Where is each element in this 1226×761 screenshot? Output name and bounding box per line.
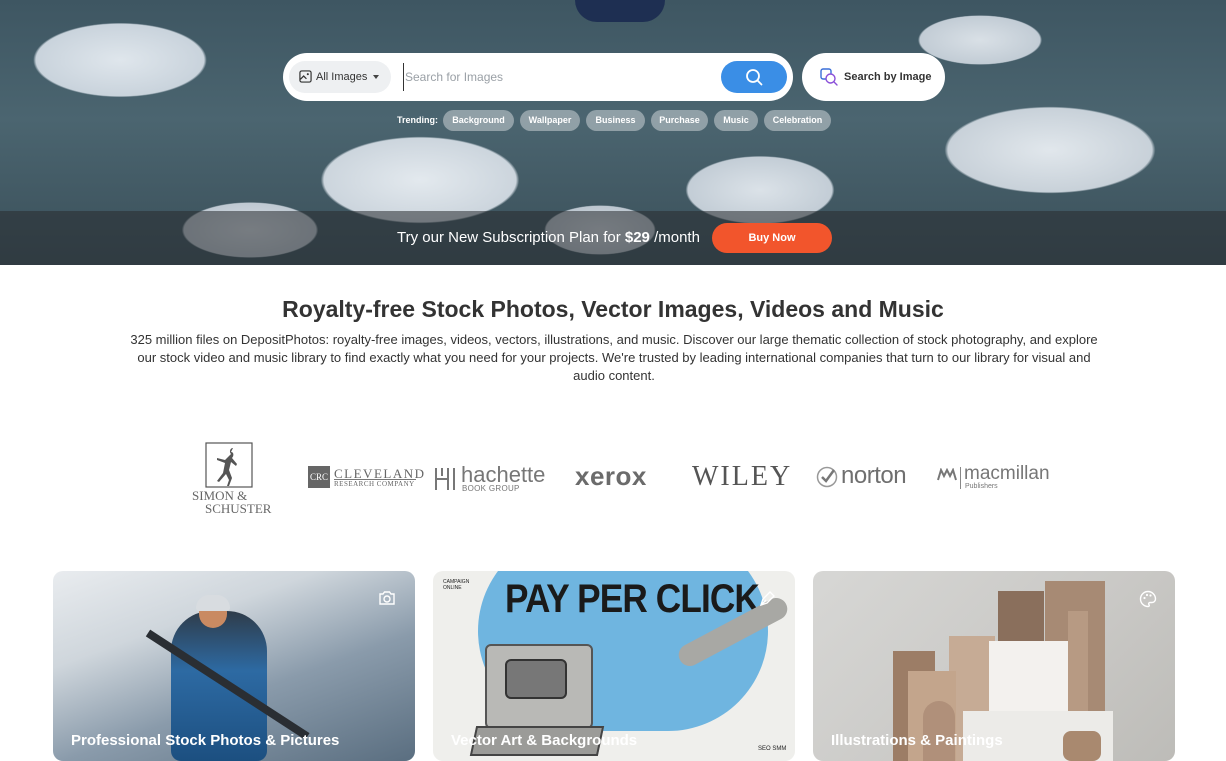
cleveland-line2: RESEARCH COMPANY [334,480,415,488]
promo-text-before: Try our New Subscription Plan for [397,229,621,246]
illustration-shape [1063,731,1101,761]
vector-pen-icon [759,591,775,607]
macmillan-line1: macmillan [964,463,1050,484]
buy-now-button[interactable]: Buy Now [712,223,832,253]
chevron-down-icon [373,75,379,79]
search-by-image-label: Search by Image [844,71,932,83]
trending-chip[interactable]: Background [443,110,514,131]
category-card-illustrations[interactable]: Illustrations & Paintings [813,571,1175,761]
simon-schuster-logo: SIMON & SCHUSTER [190,440,282,518]
card-label: Professional Stock Photos & Pictures [71,732,340,749]
page-description: 325 million files on DepositPhotos: roya… [130,332,1098,383]
hachette-line2: BOOK GROUP [462,484,520,493]
macmillan-mark-icon [937,468,957,481]
card-label: Illustrations & Paintings [831,732,1003,749]
search-icon [746,69,763,86]
trending-chip[interactable]: Celebration [764,110,831,131]
cleveland-rule [334,479,416,480]
simon-line2: SCHUSTER [205,501,272,516]
category-card-photos[interactable]: Professional Stock Photos & Pictures [53,571,415,761]
image-icon [299,70,312,83]
macmillan-logo: macmillan Publishers [937,463,1050,493]
macmillan-line2: Publishers [965,483,998,490]
search-by-image-button[interactable]: Search by Image [802,53,945,101]
photo-climber-helmet [196,595,230,611]
crc-mark: CRC [308,466,330,488]
vector-headline: PAY PER CLICK [505,577,760,621]
promo-text-after: /month [654,229,700,246]
sower-emblem-icon [205,442,253,488]
norton-check-icon [816,466,838,488]
search-input[interactable] [403,63,713,91]
category-card-vectors[interactable]: PAY PER CLICK CAMPAIGN ONLINE SEO SMM Ve… [433,571,795,761]
card-label: Vector Art & Backgrounds [451,732,638,749]
hachette-h-icon [435,468,455,490]
palette-icon [1139,590,1157,608]
hachette-logo: hachette BOOK GROUP [434,462,546,495]
trending-label: Trending: [397,115,438,125]
macmillan-divider [960,467,961,489]
trending-chip[interactable]: Wallpaper [520,110,580,131]
trending-chip[interactable]: Music [714,110,758,131]
xerox-logo: xerox [575,461,647,491]
illustration-shape [923,701,955,761]
camera-icon [379,591,395,605]
category-select[interactable]: All Images [289,61,391,93]
wiley-logo: WILEY [692,461,793,492]
cleveland-research-logo: CRC CLEVELAND RESEARCH COMPANY [308,466,424,492]
promo-text: Try our New Subscription Plan for $29 /m… [397,229,700,246]
search-button[interactable] [721,61,787,93]
category-select-label: All Images [316,71,368,83]
promo-price: $29 [624,229,650,246]
vector-corner-text: SEO SMM [758,746,787,752]
trending-chip[interactable]: Business [586,110,645,131]
trending-chip[interactable]: Purchase [651,110,708,131]
visual-search-icon [820,68,838,86]
page-title: Royalty-free Stock Photos, Vector Images… [282,296,944,322]
vector-badge: CAMPAIGN ONLINE [443,579,470,591]
norton-logo: norton [816,462,916,492]
vector-computer-screen [505,659,567,699]
hero-dark-object [575,0,665,22]
norton-wordmark: norton [841,462,907,489]
